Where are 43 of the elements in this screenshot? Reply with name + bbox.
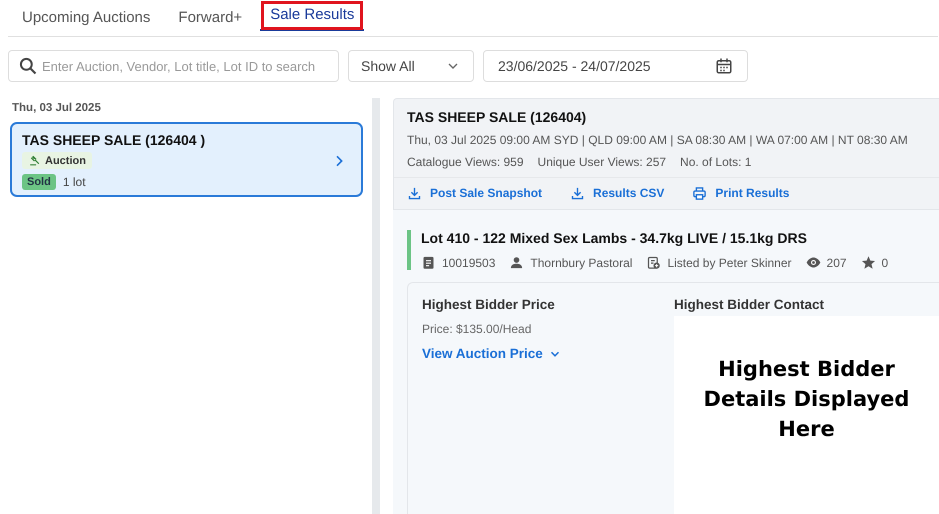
section-heading: Highest Bidder Contact <box>674 297 826 312</box>
lot-title: Lot 410 - 122 Mixed Sex Lambs - 34.7kg LIVE / 15.1kg DRS <box>421 230 808 246</box>
sale-title: TAS SHEEP SALE (126404) <box>407 109 588 125</box>
date-heading: Thu, 03 Jul 2025 <box>12 102 102 114</box>
gavel-icon <box>28 154 41 167</box>
action-link[interactable]: Results CSV <box>570 185 664 201</box>
sale-times: Thu, 03 Jul 2025 09:00 AM SYD | QLD 09:00 AM | SA 08:30 AM | WA 07:00 AM | NT 08:30 AM <box>407 133 909 147</box>
sale-card[interactable]: TAS SHEEP SALE (126404 ) Auction Sold 1 lot <box>10 122 363 197</box>
price-text: Price: $135.00/Head <box>422 322 532 336</box>
splitter[interactable] <box>372 98 380 514</box>
view-price-link[interactable]: View Auction Price <box>422 346 562 361</box>
tab[interactable]: Forward+ <box>168 0 252 36</box>
calendar-icon <box>715 57 733 75</box>
section-heading: Highest Bidder Price <box>422 297 556 312</box>
meta-text: 0 <box>882 256 888 270</box>
eye-icon <box>806 255 821 270</box>
action-link[interactable]: Post Sale Snapshot <box>407 185 542 201</box>
tab[interactable]: Sale Results <box>260 0 364 31</box>
stat-text: No. of Lots: 1 <box>680 155 752 169</box>
show-dropdown[interactable]: Show All <box>348 50 474 82</box>
star-icon <box>860 255 876 270</box>
status-badge: Sold <box>22 174 56 190</box>
search-field[interactable]: Enter Auction, Vendor, Lot title, Lot ID to search <box>8 50 339 82</box>
meta-text: Listed by Peter Skinner <box>667 256 792 270</box>
person-icon <box>509 255 524 270</box>
date-range-field[interactable]: 23/06/2025 - 24/07/2025 <box>483 50 748 82</box>
search-icon <box>18 56 38 76</box>
meta-text: 10019503 <box>442 256 496 270</box>
stat-text: Catalogue Views: 959 <box>407 155 524 169</box>
sale-title: TAS SHEEP SALE (126404 ) <box>22 132 206 148</box>
download-icon <box>407 186 422 200</box>
meta-text: 207 <box>826 256 847 270</box>
printer-icon <box>692 186 708 200</box>
meta-text: Thornbury Pastoral <box>530 256 632 270</box>
tag-label: Auction <box>45 154 86 166</box>
action-link[interactable]: Print Results <box>692 185 790 201</box>
download-icon <box>570 186 586 200</box>
note-text: Highest Bidder Details Displayed Here <box>702 356 910 443</box>
clipboard-icon <box>421 255 436 270</box>
lot-count: 1 lot <box>62 175 86 189</box>
clipboard-plus-icon <box>646 255 662 270</box>
stat-text: Unique User Views: 257 <box>538 155 666 169</box>
tab[interactable]: Upcoming Auctions <box>8 0 160 36</box>
